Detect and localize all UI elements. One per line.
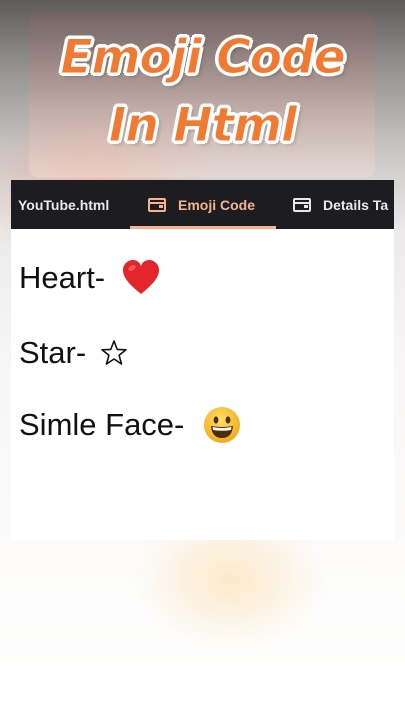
heart-label: Heart- [19, 260, 114, 295]
heart-line: Heart- [19, 260, 160, 296]
browser-window-icon [293, 197, 311, 212]
smile-line: Simle Face- [19, 406, 241, 444]
editor-preview: YouTube.html Emoji Code Details Ta Heart… [11, 180, 394, 540]
tab-label: Emoji Code [178, 196, 256, 213]
heart-icon [122, 260, 159, 294]
active-tab-indicator [130, 226, 276, 229]
tab-bar: YouTube.html Emoji Code Details Ta [11, 180, 394, 229]
title-line-1: Emoji Code [60, 30, 346, 86]
tab-details[interactable]: Details Ta [293, 180, 388, 229]
tab-label: YouTube.html [18, 196, 110, 213]
star-label: Star- [19, 335, 95, 370]
star-line: Star- [19, 335, 127, 371]
tab-label: Details Ta [323, 196, 389, 213]
tab-emoji-code[interactable]: Emoji Code [148, 180, 255, 229]
star-icon [100, 340, 127, 365]
title-line-2: In Html [108, 98, 297, 154]
grinning-face-icon [203, 407, 240, 443]
smile-label: Simle Face- [19, 407, 193, 442]
browser-window-icon [148, 197, 166, 212]
tab-youtube-html[interactable]: YouTube.html [18, 180, 109, 229]
